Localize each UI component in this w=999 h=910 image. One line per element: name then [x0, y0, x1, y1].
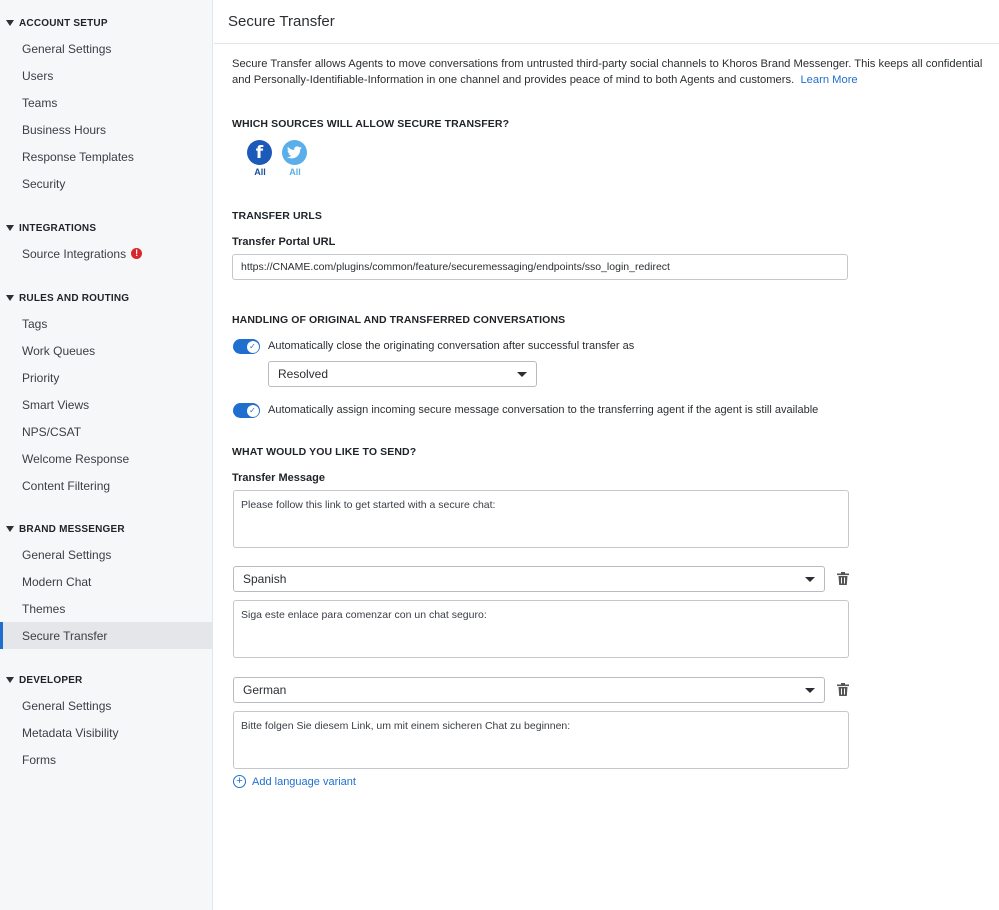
auto-assign-toggle[interactable]: ✓ [233, 403, 260, 418]
alert-icon: ! [131, 248, 143, 259]
source-caption: All [254, 167, 266, 177]
source-caption: All [289, 167, 301, 177]
sidebar-item-response-templates[interactable]: Response Templates [0, 143, 212, 170]
page-header: Secure Transfer [214, 0, 999, 44]
caret-down-icon [6, 225, 14, 231]
handling-heading: HANDLING OF ORIGINAL AND TRANSFERRED CON… [232, 314, 566, 326]
german-message-textarea[interactable]: Bitte folgen Sie diesem Link, um mit ein… [233, 711, 849, 769]
trash-icon[interactable] [837, 683, 849, 696]
sidebar-item-security[interactable]: Security [0, 170, 212, 197]
sidebar-item-bm-general-settings[interactable]: General Settings [0, 541, 212, 568]
default-message-textarea[interactable]: Please follow this link to get started w… [233, 490, 849, 548]
section-rules-and-routing[interactable]: RULES AND ROUTING [0, 288, 129, 308]
auto-close-label: Automatically close the originating conv… [268, 340, 635, 352]
sidebar-item-tags[interactable]: Tags [0, 310, 212, 337]
spanish-message-textarea[interactable]: Siga este enlace para comenzar con un ch… [233, 600, 849, 658]
plus-circle-icon: + [233, 775, 246, 788]
sidebar-item-content-filtering[interactable]: Content Filtering [0, 472, 212, 499]
sidebar-item-modern-chat[interactable]: Modern Chat [0, 568, 212, 595]
sidebar-item-themes[interactable]: Themes [0, 595, 212, 622]
resolution-status-select[interactable]: Resolved [268, 361, 537, 387]
caret-down-icon [6, 677, 14, 683]
section-account-setup[interactable]: ACCOUNT SETUP [0, 13, 108, 33]
sources-heading: WHICH SOURCES WILL ALLOW SECURE TRANSFER… [232, 118, 510, 130]
page-title: Secure Transfer [228, 13, 335, 30]
twitter-bird-icon [287, 146, 302, 159]
sidebar-item-secure-transfer[interactable]: Secure Transfer [0, 622, 212, 649]
twitter-icon [282, 140, 307, 165]
dropdown-arrow-icon [517, 371, 527, 377]
section-brand-messenger[interactable]: BRAND MESSENGER [0, 519, 125, 539]
language-select-spanish[interactable]: Spanish [233, 566, 825, 592]
check-icon: ✓ [246, 404, 259, 417]
sidebar: ACCOUNT SETUP General Settings Users Tea… [0, 0, 213, 910]
section-integrations[interactable]: INTEGRATIONS [0, 218, 96, 238]
sidebar-item-general-settings[interactable]: General Settings [0, 35, 212, 62]
sidebar-item-dev-general-settings[interactable]: General Settings [0, 692, 212, 719]
trash-icon[interactable] [837, 572, 849, 585]
portal-url-label: Transfer Portal URL [232, 236, 336, 248]
sidebar-item-forms[interactable]: Forms [0, 746, 212, 773]
sidebar-item-users[interactable]: Users [0, 62, 212, 89]
dropdown-arrow-icon [805, 687, 815, 693]
auto-assign-label: Automatically assign incoming secure mes… [268, 404, 819, 416]
page-description: Secure Transfer allows Agents to move co… [232, 58, 983, 86]
sidebar-item-work-queues[interactable]: Work Queues [0, 337, 212, 364]
transfer-message-label: Transfer Message [232, 472, 325, 484]
facebook-icon: f [247, 140, 272, 165]
sidebar-item-metadata-visibility[interactable]: Metadata Visibility [0, 719, 212, 746]
language-select-german[interactable]: German [233, 677, 825, 703]
sidebar-item-smart-views[interactable]: Smart Views [0, 391, 212, 418]
sidebar-item-source-integrations[interactable]: Source Integrations! [0, 240, 212, 267]
sidebar-item-priority[interactable]: Priority [0, 364, 212, 391]
send-heading: WHAT WOULD YOU LIKE TO SEND? [232, 446, 417, 458]
sidebar-item-teams[interactable]: Teams [0, 89, 212, 116]
transfer-urls-heading: TRANSFER URLS [232, 210, 322, 222]
section-developer[interactable]: DEVELOPER [0, 670, 82, 690]
caret-down-icon [6, 526, 14, 532]
caret-down-icon [6, 295, 14, 301]
sidebar-item-nps-csat[interactable]: NPS/CSAT [0, 418, 212, 445]
portal-url-field[interactable]: https://CNAME.com/plugins/common/feature… [232, 254, 848, 280]
add-language-variant-button[interactable]: + Add language variant [233, 775, 356, 788]
source-facebook[interactable]: f All [247, 140, 273, 177]
source-twitter[interactable]: All [282, 140, 308, 177]
auto-close-toggle[interactable]: ✓ [233, 339, 260, 354]
caret-down-icon [6, 20, 14, 26]
dropdown-arrow-icon [805, 576, 815, 582]
learn-more-link[interactable]: Learn More [800, 74, 857, 86]
sidebar-item-welcome-response[interactable]: Welcome Response [0, 445, 212, 472]
check-icon: ✓ [246, 340, 259, 353]
sidebar-item-business-hours[interactable]: Business Hours [0, 116, 212, 143]
